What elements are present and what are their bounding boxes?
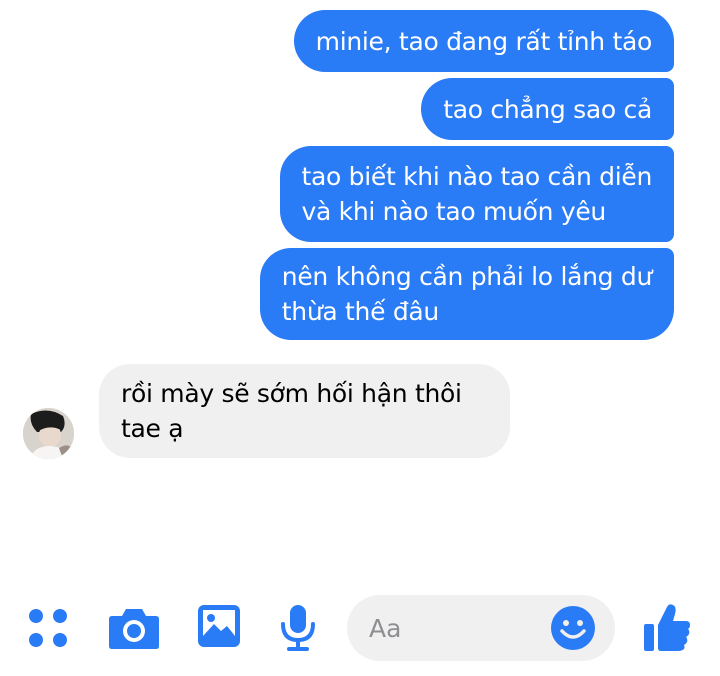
apps-icon[interactable]: [28, 608, 70, 650]
outgoing-message[interactable]: tao biết khi nào tao cần diễn và khi nào…: [279, 146, 674, 242]
camera-icon[interactable]: [108, 606, 160, 650]
outgoing-message[interactable]: tao chẳng sao cả: [421, 78, 674, 140]
message-text-line: thừa thế đâu: [281, 297, 439, 326]
microphone-icon[interactable]: [278, 604, 318, 652]
message-text-line: tao biết khi nào tao cần diễn: [301, 162, 653, 191]
avatar-photo: [23, 408, 74, 459]
outgoing-message[interactable]: minie, tao đang rất tỉnh táo: [293, 10, 674, 72]
message-text: minie, tao đang rất tỉnh táo: [315, 26, 653, 56]
thumbs-up-icon[interactable]: [643, 603, 691, 653]
incoming-message[interactable]: rồi mày sẽ sớm hối hận thôi tae ạ: [99, 364, 510, 458]
avatar[interactable]: [23, 408, 74, 459]
message-text: tao chẳng sao cả: [443, 94, 652, 124]
message-text-line: nên không cần phải lo lắng dư: [281, 262, 653, 291]
message-text-line: rồi mày sẽ sớm hối hận thôi: [121, 379, 462, 408]
message-input[interactable]: [369, 595, 539, 661]
message-text-line: tae ạ: [121, 414, 184, 443]
photo-icon[interactable]: [197, 604, 241, 648]
emoji-icon[interactable]: [550, 605, 596, 651]
message-text-line: và khi nào tao muốn yêu: [301, 197, 607, 226]
outgoing-message[interactable]: nên không cần phải lo lắng dư thừa thế đ…: [259, 248, 674, 340]
message-composer[interactable]: [347, 595, 615, 661]
